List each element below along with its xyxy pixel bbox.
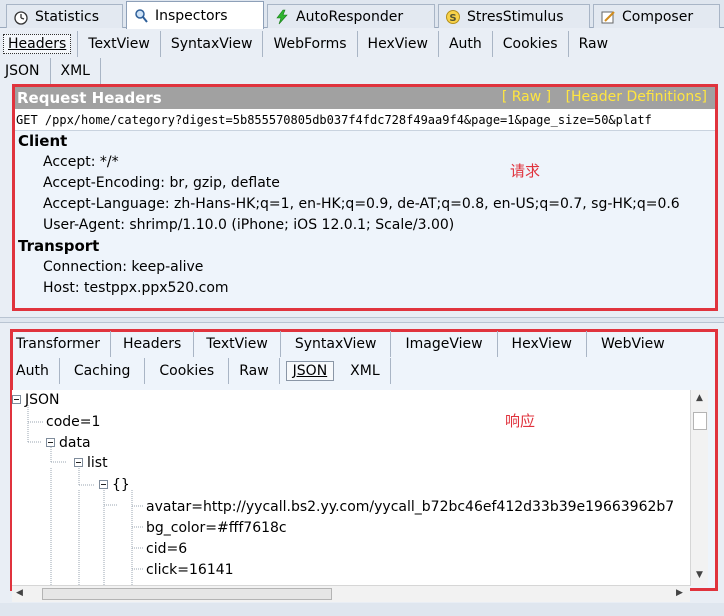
resp-tab-imageview[interactable]: ImageView [391, 331, 498, 357]
response-view-tabs: Transformer Headers TextView SyntaxView … [13, 331, 679, 357]
req-tab-hexview[interactable]: HexView [358, 31, 439, 57]
tree-node-avatar[interactable]: avatar=http://yycall.bs2.yy.com/yycall_b… [146, 497, 674, 517]
tree-node-click[interactable]: click=16141 [146, 560, 234, 580]
tree-node-json[interactable]: JSON [25, 390, 60, 410]
req-tab-webforms[interactable]: WebForms [263, 31, 358, 57]
resp-tab-hexview[interactable]: HexView [498, 331, 587, 357]
req-tab-json[interactable]: JSON [0, 58, 51, 84]
req-tab-raw[interactable]: Raw [569, 31, 618, 57]
resp-tab-caching[interactable]: Caching [60, 358, 146, 384]
response-view-tabs-row2: Auth Caching Cookies Raw JSON XML [13, 358, 391, 384]
composer-pencil-icon [600, 9, 616, 25]
header-accept: Accept: */* [43, 154, 119, 170]
resp-tab-cookies[interactable]: Cookies [145, 358, 230, 384]
request-view-tabs: Headers TextView SyntaxView WebForms Hex… [0, 31, 618, 57]
horizontal-scrollbar[interactable]: ◀ ▶ [12, 585, 690, 602]
header-connection: Connection: keep-alive [43, 259, 204, 275]
resp-tab-raw[interactable]: Raw [229, 358, 280, 384]
tree-node-object[interactable]: {} [112, 475, 130, 495]
transport-section-title: Transport [18, 237, 100, 255]
scroll-down-arrow-icon[interactable]: ▼ [696, 570, 703, 580]
request-headers-panel: Request Headers [ Raw ] [Header Definiti… [12, 84, 718, 311]
resp-tab-webview[interactable]: WebView [587, 331, 679, 357]
tab-statistics-label: Statistics [35, 8, 99, 25]
resp-tab-syntaxview[interactable]: SyntaxView [281, 331, 392, 357]
req-tab-xml[interactable]: XML [51, 58, 101, 84]
stresstimulus-icon: S [445, 9, 461, 25]
resp-tab-headers[interactable]: Headers [111, 331, 195, 357]
stopwatch-icon [13, 9, 29, 25]
tree-node-data[interactable]: data [59, 433, 91, 453]
tab-composer-label: Composer [622, 8, 694, 25]
tab-inspectors[interactable]: Inspectors [126, 1, 264, 29]
collapse-object-icon[interactable] [99, 480, 108, 489]
header-accept-encoding: Accept-Encoding: br, gzip, deflate [43, 175, 280, 191]
tree-node-list[interactable]: list [87, 453, 108, 473]
collapse-list-icon[interactable] [74, 458, 83, 467]
req-tab-headers[interactable]: Headers [3, 34, 72, 54]
resp-tab-xml[interactable]: XML [340, 358, 391, 384]
req-tab-cookies[interactable]: Cookies [493, 31, 569, 57]
tree-node-code[interactable]: code=1 [46, 412, 100, 432]
json-tree: JSON code=1 data list {} avatar=http://y… [12, 390, 692, 585]
request-headers-titlebar: Request Headers [ Raw ] [Header Definiti… [15, 87, 715, 109]
header-host: Host: testppx.ppx520.com [43, 280, 229, 296]
resp-tab-auth[interactable]: Auth [13, 358, 60, 384]
bottom-status-strip [0, 603, 724, 616]
resp-tab-transformer[interactable]: Transformer [13, 331, 112, 357]
lightning-icon [274, 9, 290, 25]
collapse-data-icon[interactable] [46, 438, 55, 447]
horizontal-scroll-thumb[interactable] [42, 588, 332, 600]
tree-node-cid[interactable]: cid=6 [146, 539, 187, 559]
request-header-links: [ Raw ] [Header Definitions] [492, 89, 707, 105]
svg-text:S: S [449, 13, 456, 24]
tab-autoresponder-label: AutoResponder [296, 8, 404, 25]
tab-inspectors-label: Inspectors [155, 7, 228, 24]
client-section-title: Client [18, 132, 68, 150]
scroll-right-arrow-icon[interactable]: ▶ [676, 588, 683, 598]
tab-composer[interactable]: Composer [593, 4, 720, 28]
tab-statistics[interactable]: Statistics [6, 4, 123, 28]
panel-splitter[interactable] [0, 317, 724, 323]
collapse-json-icon[interactable] [12, 395, 21, 404]
vertical-scrollbar[interactable]: ▲ ▼ [690, 390, 708, 586]
tree-node-bg-color[interactable]: bg_color=#fff7618c [146, 518, 287, 538]
magnifier-icon [133, 8, 149, 24]
scroll-up-arrow-icon[interactable]: ▲ [696, 393, 703, 403]
vertical-scroll-thumb[interactable] [693, 412, 707, 430]
request-headers-title: Request Headers [17, 89, 162, 107]
tab-autoresponder[interactable]: AutoResponder [267, 4, 435, 28]
header-user-agent: User-Agent: shrimp/1.10.0 (iPhone; iOS 1… [43, 217, 455, 233]
scroll-left-arrow-icon[interactable]: ◀ [16, 588, 23, 598]
request-annotation: 请求 [510, 162, 541, 180]
raw-link[interactable]: [ Raw ] [502, 89, 551, 105]
main-tab-bar: Statistics Inspectors AutoResponder S St… [0, 0, 724, 29]
request-line: GET /ppx/home/category?digest=5b85557080… [15, 109, 715, 131]
header-definitions-link[interactable]: [Header Definitions] [566, 89, 707, 105]
req-tab-syntaxview[interactable]: SyntaxView [161, 31, 264, 57]
tab-stresstimulus-label: StresStimulus [467, 8, 564, 25]
req-tab-auth[interactable]: Auth [439, 31, 493, 57]
req-tab-textview[interactable]: TextView [77, 31, 161, 57]
tab-stresstimulus[interactable]: S StresStimulus [438, 4, 590, 28]
resp-tab-textview[interactable]: TextView [194, 331, 281, 357]
resp-tab-json[interactable]: JSON [285, 361, 335, 381]
response-annotation: 响应 [505, 412, 536, 430]
header-accept-language: Accept-Language: zh-Hans-HK;q=1, en-HK;q… [43, 196, 680, 212]
request-view-tabs-row2: JSON XML [0, 58, 101, 84]
